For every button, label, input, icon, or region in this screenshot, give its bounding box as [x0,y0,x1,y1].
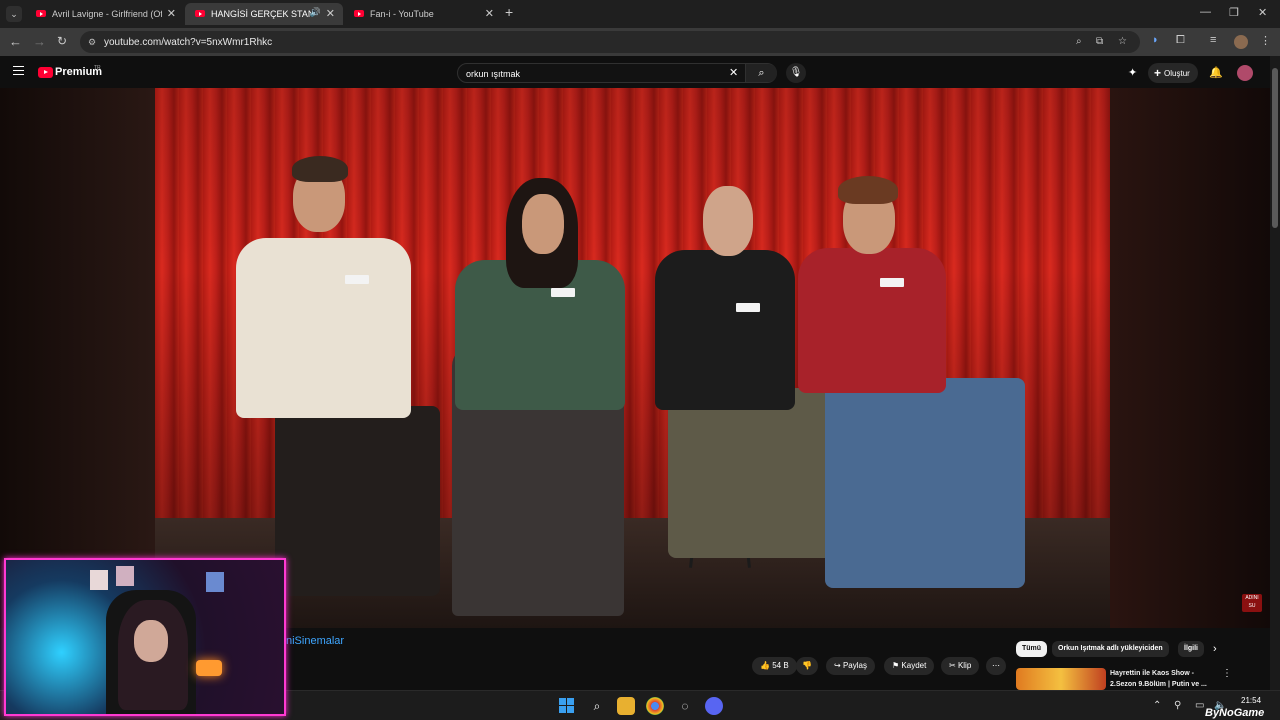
youtube-logo-icon[interactable] [38,67,53,78]
tray-overflow-icon[interactable]: ⌃ [1153,700,1161,711]
speaker-icon[interactable]: 🔊 [310,7,321,18]
tray-app-icon[interactable]: ⚲ [1174,700,1181,711]
address-bar[interactable]: ⚙ youtube.com/watch?v=5nxWmr1Rhkc ⌕ ⧉ ☆ [80,31,1140,53]
like-count: 54 B [772,661,789,670]
reload-icon[interactable]: ↻ [57,34,67,48]
file-explorer-icon[interactable] [617,697,635,715]
dislike-button[interactable]: 👎 [796,657,818,675]
bookmark-star-icon[interactable]: ☆ [1118,36,1127,47]
media-controls-icon[interactable]: ≡ [1210,34,1216,46]
desk-lamp [196,660,222,676]
more-actions-button[interactable]: ⋯ [986,657,1006,675]
tab-close-icon[interactable]: ✕ [485,7,494,20]
create-button[interactable]: + Oluştur [1148,63,1198,83]
player-backdrop-left [0,88,155,628]
thumbs-down-icon: 👎 [802,661,812,670]
clear-search-icon[interactable]: ✕ [729,66,738,79]
like-button[interactable]: 👍 54 B [752,657,797,675]
recommended-menu-icon[interactable]: ⋮ [1222,668,1232,679]
webcam-overlay [4,558,286,716]
youtube-favicon-icon [36,10,46,17]
youtube-masthead: Premium TR ✕ ⌕ 🎙 ✦ +Oluştur 🔔 [0,56,1270,88]
share-arrow-icon: ↪ [834,661,841,670]
guide-menu-icon[interactable] [13,66,24,75]
search-button[interactable]: ⌕ [745,64,777,82]
more-dots-icon: ⋯ [992,661,1000,670]
clock-time: 21:54 [1241,696,1262,705]
create-label: Oluştur [1164,69,1190,78]
site-info-icon[interactable]: ⚙ [88,37,96,48]
chips-next-icon[interactable]: › [1213,643,1217,655]
tab-title: Fan-i - YouTube [370,9,434,19]
url-text: youtube.com/watch?v=5nxWmr1Rhkc [104,37,273,48]
system-clock[interactable]: 21:54 [1241,695,1261,706]
profile-avatar[interactable] [1234,35,1248,49]
share-label: Paylaş [842,661,867,670]
streamer-face [134,620,168,662]
tab-fan-i[interactable]: Fan-i - YouTube ✕ [344,3,502,25]
thumbs-up-icon: 👍 [760,661,770,670]
tab-avril-lavigne[interactable]: Avril Lavigne - Girlfriend (Official ✕ [26,3,184,25]
tab-hangisi-gercek[interactable]: HANGİSİ GERÇEK STAND-UP 🔊 ✕ [185,3,343,25]
tab-close-icon[interactable]: ✕ [167,7,176,20]
minimize-icon[interactable]: — [1200,6,1211,18]
discord-icon[interactable] [705,697,723,715]
video-player[interactable]: ADINI SU [0,88,1270,628]
save-label: Kaydet [901,661,927,670]
voice-search-icon[interactable]: 🎙 [786,63,806,83]
browser-menu-icon[interactable]: ⋮ [1260,34,1271,47]
player-backdrop-right [1110,88,1270,628]
tab-search-button[interactable]: ⌄ [6,6,22,22]
chip-related[interactable]: İlgili [1178,641,1204,657]
extensions-puzzle-icon[interactable]: ⧠ [1176,34,1185,47]
tab-title: HANGİSİ GERÇEK STAND-UP [211,9,311,19]
search-input[interactable] [466,67,716,80]
chip-all[interactable]: Tümü [1016,641,1048,657]
recommended-title[interactable]: Hayrettin ile Kaos Show - 2.Sezon 9.Bölü… [1110,668,1220,690]
new-tab-button[interactable]: + [505,4,513,20]
clip-button[interactable]: ✂ Klip [941,657,980,675]
page-scrollbar[interactable] [1270,56,1280,690]
browser-toolbar: ← → ↻ ⚙ youtube.com/watch?v=5nxWmr1Rhkc … [0,28,1280,56]
forward-icon[interactable]: → [33,34,46,49]
bookmark-icon: ⚑ [892,661,900,670]
install-app-icon[interactable]: ⧉ [1096,36,1103,47]
save-button[interactable]: ⚑ Kaydet [884,657,935,675]
share-button[interactable]: ↪ Paylaş [826,657,875,675]
browser-tab-bar: ⌄ Avril Lavigne - Girlfriend (Official ✕… [0,0,1280,28]
youtube-favicon-icon [195,10,205,17]
notifications-bell-icon[interactable]: 🔔 [1209,66,1223,79]
network-icon[interactable]: ▭ [1195,700,1204,711]
tab-title: Avril Lavigne - Girlfriend (Official [52,9,162,19]
scrollbar-thumb[interactable] [1272,68,1278,228]
tab-close-icon[interactable]: ✕ [326,7,335,20]
cast-icon[interactable]: ✦ [1128,66,1137,79]
account-avatar[interactable] [1237,65,1253,81]
clip-label: Klip [957,661,972,670]
taskbar-search-icon[interactable]: ⌕ [588,697,606,715]
chrome-icon[interactable] [646,697,664,715]
channel-name[interactable]: niSinemalar [286,635,344,647]
extension-icon[interactable]: ◗ [1152,34,1159,46]
youtube-favicon-icon [354,10,364,17]
back-icon[interactable]: ← [9,34,22,49]
region-code: TR [94,65,101,71]
search-box: ✕ ⌕ [457,63,777,83]
close-window-icon[interactable]: ✕ [1258,6,1267,19]
windows-start-icon[interactable] [558,697,576,715]
scissors-icon: ✂ [949,661,956,670]
zoom-icon[interactable]: ⌕ [1076,36,1082,47]
app-icon[interactable]: ◌ [676,697,694,715]
restore-icon[interactable]: ❐ [1229,6,1239,19]
channel-watermark[interactable]: ADINI SU [1242,594,1262,612]
bynogame-watermark: ByNoGame [1205,707,1265,719]
chip-from-uploader[interactable]: Orkun Işıtmak adlı yükleyiciden [1052,641,1169,657]
recommended-thumbnail[interactable] [1016,668,1106,690]
